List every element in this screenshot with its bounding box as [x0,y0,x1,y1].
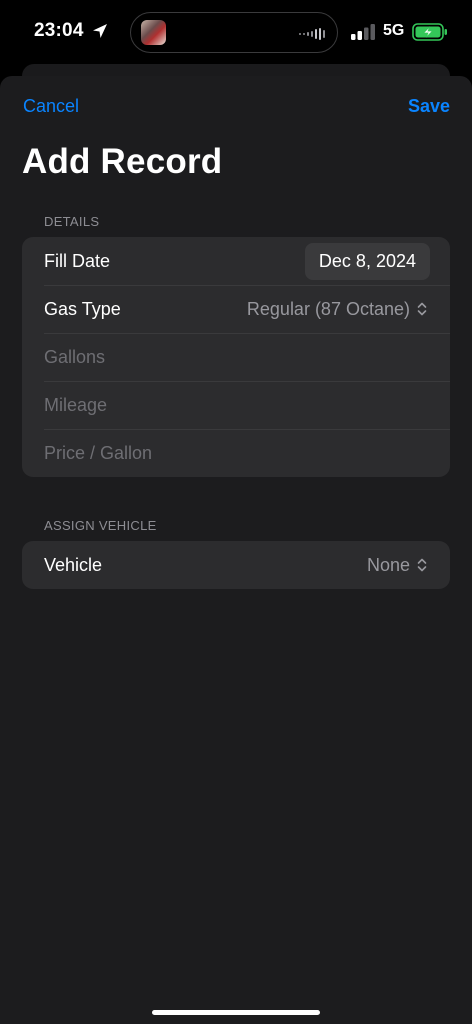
vehicle-picker[interactable]: None [367,555,428,576]
details-section-header: DETAILS [44,214,100,229]
gas-type-picker[interactable]: Regular (87 Octane) [247,299,428,320]
fill-date-label: Fill Date [44,250,111,271]
save-button[interactable]: Save [408,96,450,117]
gallons-input[interactable] [44,346,428,368]
price-per-gallon-input[interactable] [44,442,428,464]
gallons-row [22,333,450,381]
cancel-button[interactable]: Cancel [23,96,79,117]
gas-type-value: Regular (87 Octane) [246,298,410,319]
dynamic-island[interactable] [130,12,338,53]
screen: 23:04 5G Cancel Save Add Record DETAILS … [0,0,472,1024]
location-arrow-icon [93,24,107,38]
fill-date-picker[interactable]: Dec 8, 2024 [304,242,430,280]
audio-level-icon [299,28,325,40]
gas-type-row[interactable]: Gas Type Regular (87 Octane) [22,285,450,333]
status-time: 23:04 [34,20,84,41]
add-record-sheet: Cancel Save Add Record DETAILS Fill Date… [0,76,472,1024]
status-bar: 23:04 5G [0,0,472,64]
mileage-input[interactable] [44,394,428,416]
now-playing-artwork [141,20,166,45]
page-title: Add Record [22,142,223,181]
vehicle-value: None [366,554,410,575]
details-group: Fill Date Dec 8, 2024 Gas Type Regular (… [22,237,450,477]
vehicle-group: Vehicle None [22,541,450,589]
vehicle-row[interactable]: Vehicle None [22,541,450,589]
gas-type-label: Gas Type [44,298,121,319]
vehicle-label: Vehicle [44,554,103,575]
battery-charging-icon [412,23,447,41]
price-per-gallon-row [22,429,450,477]
chevron-updown-icon [417,302,427,316]
home-indicator[interactable] [152,1010,320,1015]
network-type: 5G [383,22,405,39]
cellular-signal-icon [351,24,375,40]
assign-vehicle-section-header: ASSIGN VEHICLE [44,518,157,533]
chevron-updown-icon [417,558,427,572]
mileage-row [22,381,450,429]
fill-date-row: Fill Date Dec 8, 2024 [22,237,450,285]
